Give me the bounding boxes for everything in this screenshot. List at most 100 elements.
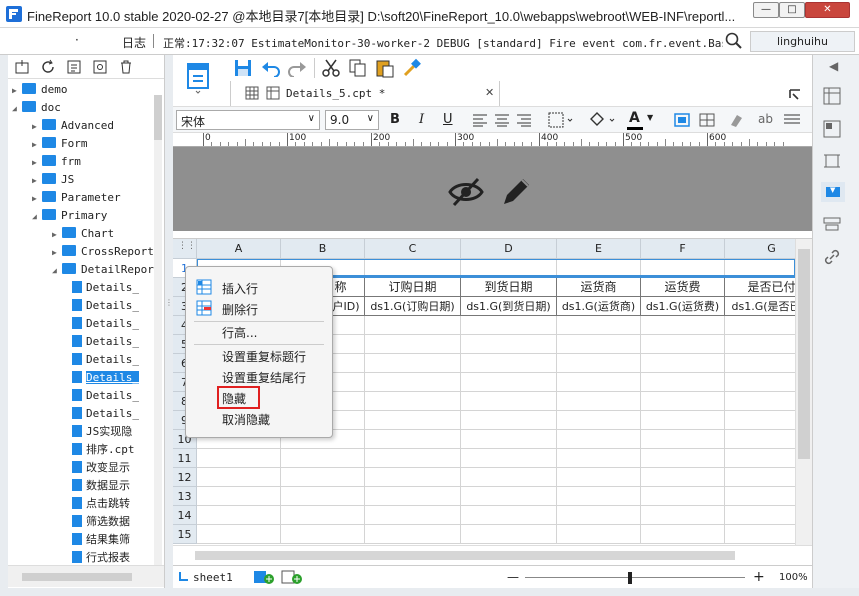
column-header[interactable]: F: [641, 239, 725, 259]
table-cell[interactable]: 运货商: [557, 278, 641, 297]
tree-item[interactable]: Details_: [72, 387, 139, 405]
tree-item[interactable]: ▶ frm: [32, 153, 81, 171]
table-cell[interactable]: [365, 430, 461, 449]
table-cell[interactable]: [641, 506, 725, 525]
table-cell[interactable]: [197, 487, 281, 506]
tree-item[interactable]: 点击跳转: [72, 495, 130, 513]
table-cell[interactable]: ds1.G(运货费): [641, 297, 725, 316]
tree-scrollbar[interactable]: [154, 95, 162, 565]
table-cell[interactable]: [557, 525, 641, 544]
bold-button[interactable]: B: [390, 112, 400, 127]
undo-icon[interactable]: [261, 59, 281, 77]
maximize-button[interactable]: □: [779, 2, 805, 18]
new-folder-icon[interactable]: [14, 59, 30, 75]
menu-insert-row[interactable]: 插入行: [222, 280, 258, 297]
chevron-down-icon[interactable]: ◢: [52, 262, 62, 280]
tree-item[interactable]: ▶ Parameter: [32, 189, 121, 207]
table-cell[interactable]: [281, 468, 365, 487]
table-cell[interactable]: [197, 506, 281, 525]
align-left-icon[interactable]: [472, 113, 488, 127]
table-cell[interactable]: [557, 449, 641, 468]
table-cell[interactable]: [557, 392, 641, 411]
table-cell[interactable]: [557, 487, 641, 506]
chevron-right-icon[interactable]: ▶: [52, 226, 62, 244]
table-cell[interactable]: [461, 468, 557, 487]
table-cell[interactable]: [461, 392, 557, 411]
table-cell[interactable]: [641, 430, 725, 449]
save-icon[interactable]: [234, 59, 252, 77]
table-cell[interactable]: [557, 354, 641, 373]
table-cell[interactable]: [281, 506, 365, 525]
tree-item[interactable]: Details_: [72, 315, 139, 333]
hyperlink-icon[interactable]: [823, 248, 841, 266]
table-cell[interactable]: [641, 354, 725, 373]
settings-icon[interactable]: [92, 59, 108, 75]
tree-item[interactable]: 结果集筛: [72, 531, 130, 549]
template-dataset-icon[interactable]: [186, 60, 212, 94]
table-cell[interactable]: [641, 335, 725, 354]
table-cell[interactable]: [365, 506, 461, 525]
align-right-icon[interactable]: [516, 113, 532, 127]
table-cell[interactable]: [557, 430, 641, 449]
table-cell[interactable]: [365, 449, 461, 468]
underline-button[interactable]: U: [443, 112, 453, 127]
add-form-icon[interactable]: [281, 570, 303, 584]
chevron-right-icon[interactable]: ▶: [32, 172, 42, 190]
tree-hscrollbar[interactable]: [8, 565, 164, 587]
table-cell[interactable]: [365, 487, 461, 506]
tree-item[interactable]: Details_: [72, 351, 139, 369]
condition-attr-button[interactable]: ▼: [821, 182, 845, 202]
table-cell[interactable]: [281, 525, 365, 544]
tree-item[interactable]: ▶ Advanced: [32, 117, 114, 135]
table-cell[interactable]: [461, 316, 557, 335]
close-button[interactable]: ✕: [805, 2, 850, 18]
zoom-in-button[interactable]: +: [753, 569, 765, 585]
table-cell[interactable]: [557, 506, 641, 525]
edit-icon[interactable]: [66, 59, 82, 75]
row-header[interactable]: 11: [173, 449, 197, 468]
clear-icon[interactable]: [728, 112, 744, 128]
table-cell[interactable]: [365, 354, 461, 373]
tree-item[interactable]: Details_: [72, 297, 139, 315]
tree-item[interactable]: Details_: [72, 279, 139, 297]
table-cell[interactable]: [557, 335, 641, 354]
tree-item[interactable]: 数据显示: [72, 477, 130, 495]
paste-icon[interactable]: [375, 58, 395, 78]
text-wrap-button[interactable]: ab: [758, 112, 773, 126]
pencil-edit-icon[interactable]: [500, 176, 532, 208]
menu-repeat-footer-row[interactable]: 设置重复结尾行: [222, 369, 306, 386]
table-cell[interactable]: [365, 525, 461, 544]
redo-icon[interactable]: [287, 59, 307, 77]
tree-item[interactable]: JS实现隐: [72, 423, 132, 441]
table-cell[interactable]: [281, 487, 365, 506]
sheet-tab[interactable]: sheet1: [193, 571, 233, 584]
border-icon[interactable]: [548, 112, 574, 128]
tree-item[interactable]: Details_: [72, 333, 139, 351]
select-all-corner[interactable]: ⋮⋮: [173, 239, 197, 259]
data-column-icon[interactable]: [823, 215, 841, 233]
align-center-icon[interactable]: [494, 113, 510, 127]
merge-cells-icon[interactable]: [699, 112, 715, 128]
row-header[interactable]: 13: [173, 487, 197, 506]
table-cell[interactable]: 运货费: [641, 278, 725, 297]
hide-eye-icon[interactable]: [448, 177, 484, 207]
table-cell[interactable]: [461, 487, 557, 506]
menu-row-height[interactable]: 行高...: [222, 324, 257, 341]
table-cell[interactable]: [365, 411, 461, 430]
tab-menu-icon[interactable]: [788, 87, 802, 101]
user-name[interactable]: linghuihu: [750, 31, 855, 52]
table-cell[interactable]: [641, 525, 725, 544]
table-cell[interactable]: [365, 392, 461, 411]
column-header[interactable]: A: [197, 239, 281, 259]
format-painter-icon[interactable]: [402, 58, 422, 78]
tree-item[interactable]: ▶ JS: [32, 171, 74, 189]
row-header[interactable]: 14: [173, 506, 197, 525]
tree-item[interactable]: ◢ DetailReport: [52, 261, 160, 279]
table-cell[interactable]: [461, 373, 557, 392]
table-cell[interactable]: [557, 373, 641, 392]
tree-item[interactable]: 排序.cpt: [72, 441, 135, 459]
table-cell[interactable]: [365, 468, 461, 487]
table-cell[interactable]: [641, 487, 725, 506]
cell-element-icon[interactable]: [823, 120, 841, 138]
table-cell[interactable]: ds1.G(运货商): [557, 297, 641, 316]
